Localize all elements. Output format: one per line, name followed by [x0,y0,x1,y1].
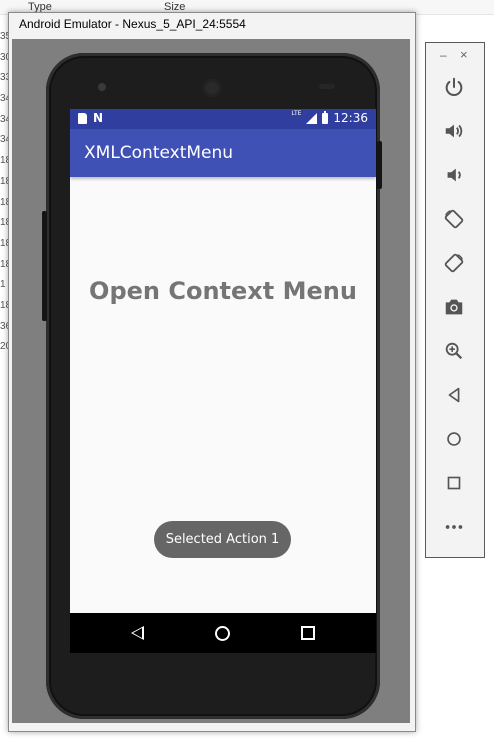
power-button[interactable] [439,72,469,102]
notification-n-icon: N [93,111,104,125]
phone-power-key [377,141,382,189]
status-bar: N LTE 12:36 [70,109,376,129]
overview-button[interactable] [439,468,469,498]
toast-message: Selected Action 1 [154,521,291,558]
device-screen[interactable]: N LTE 12:36 XMLContextMenu Open Context … [70,109,376,653]
nav-home-icon[interactable] [215,626,230,641]
lte-label: LTE [291,110,302,117]
rotate-right-button[interactable] [439,248,469,278]
toolbar-minimize-button[interactable]: – [440,48,447,62]
emulator-frame: N LTE 12:36 XMLContextMenu Open Context … [12,39,410,723]
power-icon [445,77,463,96]
earpiece-speaker [203,79,221,97]
volume-down-button[interactable] [439,160,469,190]
camera-icon [445,299,463,315]
more-icon [445,525,463,529]
overview-icon [447,476,461,490]
back-button[interactable] [439,380,469,410]
rotate-left-button[interactable] [439,204,469,234]
navigation-bar [70,613,376,653]
battery-icon [322,110,329,124]
toolbar-close-button[interactable]: × [460,47,468,62]
emulator-window: Android Emulator - Nexus_5_API_24:5554 N… [8,12,416,732]
open-context-menu-text[interactable]: Open Context Menu [70,277,376,305]
front-camera [98,83,106,91]
window-title: Android Emulator - Nexus_5_API_24:5554 [19,17,246,31]
app-bar: XMLContextMenu [70,129,376,177]
volume-down-icon [447,168,461,182]
emulator-toolbar: – × [425,42,485,558]
status-clock: 12:36 [333,111,368,125]
volume-up-icon [445,124,463,138]
signal-icon [306,112,318,124]
phone-volume-rocker [42,211,47,321]
back-icon [448,387,460,403]
nav-back-icon[interactable] [131,626,144,640]
screenshot-button[interactable] [439,292,469,322]
home-button[interactable] [439,424,469,454]
zoom-button[interactable] [439,336,469,366]
more-button[interactable] [439,512,469,542]
rotate-left-icon [444,209,464,229]
rotate-right-icon [444,253,464,273]
phone-device: N LTE 12:36 XMLContextMenu Open Context … [42,53,382,719]
app-title: XMLContextMenu [84,143,234,163]
zoom-icon [445,342,463,360]
nav-recents-icon[interactable] [301,626,315,640]
volume-up-button[interactable] [439,116,469,146]
home-icon [447,432,461,446]
proximity-sensor [319,84,335,89]
sd-card-icon [78,113,87,124]
